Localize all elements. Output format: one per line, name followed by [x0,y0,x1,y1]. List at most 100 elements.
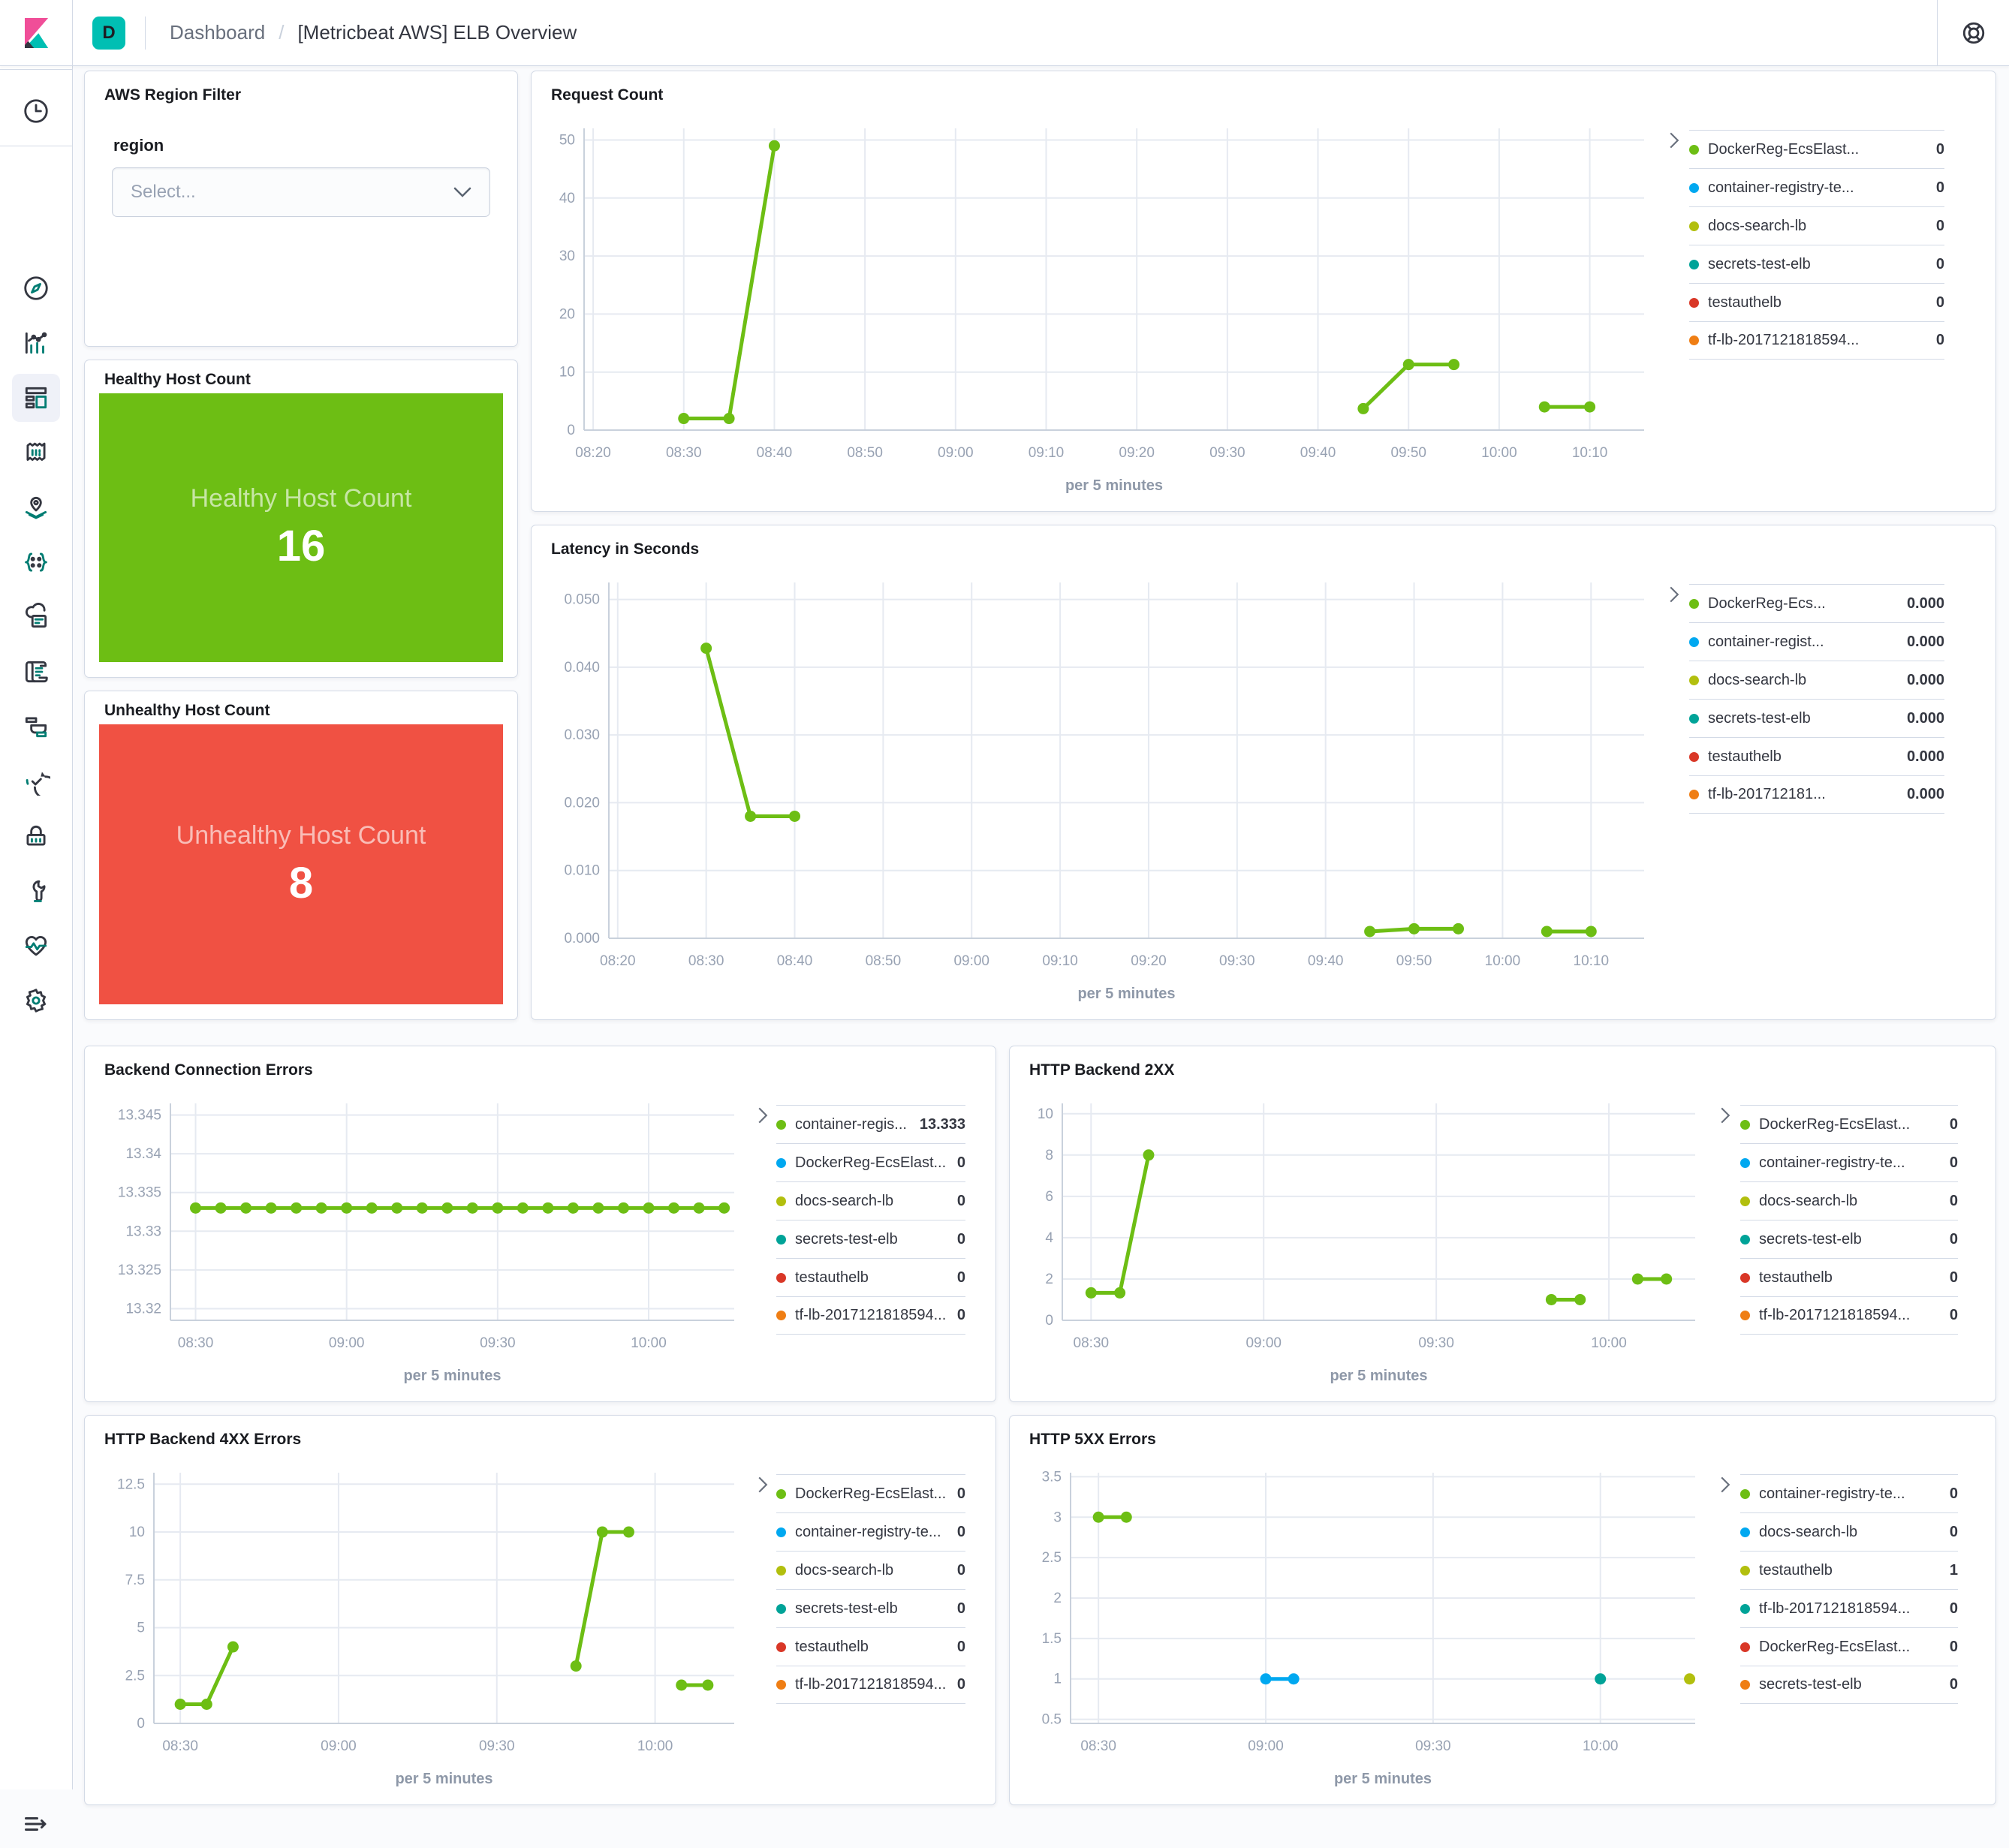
sidebar-item-dev-tools[interactable] [12,867,60,915]
sidebar-item-discover[interactable] [12,264,60,312]
legend-item[interactable]: secrets-test-elb0 [776,1220,965,1258]
legend-item[interactable]: container-registry-te...0 [1740,1143,1958,1181]
panel-title: Latency in Seconds [551,540,699,558]
legend-item[interactable]: secrets-test-elb0.000 [1689,699,1944,737]
sidebar-item-apm[interactable] [12,703,60,751]
legend-item[interactable]: testauthelb0 [1689,283,1944,321]
legend-item[interactable]: DockerReg-EcsElast...0 [1740,1627,1958,1666]
legend-color-dot [1689,637,1699,647]
legend-item[interactable]: DockerReg-EcsElast...0 [776,1143,965,1181]
legend-item[interactable]: container-regis...13.333 [776,1105,965,1143]
legend-label: secrets-test-elb [1708,256,1929,273]
legend-expand-button[interactable] [749,1476,776,1494]
sidebar-item-uptime[interactable] [12,757,60,805]
legend-expand-button[interactable] [1659,585,1689,603]
kibana-logo[interactable] [0,0,73,65]
legend-color-dot [1740,1489,1750,1499]
legend-label: testauthelb [795,1639,950,1656]
panel-title: Request Count [551,86,663,104]
legend-expand-button[interactable] [1710,1106,1740,1124]
legend-item[interactable]: testauthelb0 [1740,1258,1958,1296]
svg-text:10:00: 10:00 [1481,445,1517,461]
legend-item[interactable]: secrets-test-elb0 [1689,245,1944,283]
left-nav-sidebar [0,66,73,1789]
legend-item[interactable]: container-regist...0.000 [1689,622,1944,661]
legend-item[interactable]: container-registry-te...0 [776,1512,965,1551]
legend-label: docs-search-lb [795,1193,950,1210]
sidebar-item-management[interactable] [12,977,60,1025]
legend-value: 0 [1936,294,1944,312]
legend-item[interactable]: tf-lb-2017121818594...0 [776,1666,965,1704]
legend-color-dot [1740,1680,1750,1690]
legend-expand-button[interactable] [1710,1476,1740,1494]
legend-item[interactable]: DockerReg-EcsElast...0 [1689,130,1944,168]
sidebar-item-recently-viewed[interactable] [12,87,60,135]
backend-connection-errors-chart[interactable]: 13.3213.32513.3313.33513.3413.34508:3009… [103,1094,749,1389]
legend-item[interactable]: DockerReg-Ecs...0.000 [1689,584,1944,622]
sidebar-item-visualize[interactable] [12,319,60,367]
legend-color-dot [1740,1527,1750,1537]
svg-text:09:00: 09:00 [1248,1738,1284,1754]
legend-value: 0 [1950,1485,1958,1503]
svg-text:2: 2 [1045,1272,1053,1287]
legend-item[interactable]: testauthelb0 [776,1627,965,1666]
sidebar-item-infrastructure[interactable] [12,593,60,641]
legend-value: 0 [957,1154,965,1172]
sidebar-item-canvas[interactable] [12,429,60,477]
legend-item[interactable]: testauthelb0 [776,1258,965,1296]
legend-item[interactable]: docs-search-lb0 [1740,1512,1958,1551]
sidebar-item-stack-monitoring[interactable] [12,922,60,970]
legend-label: docs-search-lb [795,1562,950,1579]
legend-item[interactable]: DockerReg-EcsElast...0 [776,1474,965,1512]
legend-color-dot [1689,221,1699,231]
sidebar-item-maps[interactable] [12,483,60,531]
request-count-chart[interactable]: 0102030405008:2008:3008:4008:5009:0009:1… [550,119,1659,499]
legend-item[interactable]: docs-search-lb0 [1689,206,1944,245]
legend-item[interactable]: container-registry-te...0 [1740,1474,1958,1512]
breadcrumb-dashboard-link[interactable]: Dashboard [170,21,265,44]
legend-label: container-registry-te... [1708,179,1929,197]
legend-item[interactable]: secrets-test-elb0 [1740,1666,1958,1704]
http-backend-2xx-chart[interactable]: 024681008:3009:0009:3010:00per 5 minutes [1028,1094,1710,1389]
legend-expand-button[interactable] [1659,131,1689,149]
svg-text:0.030: 0.030 [564,727,600,743]
http-5xx-errors-chart[interactable]: 0.511.522.533.508:3009:0009:3010:00per 5… [1028,1464,1710,1792]
legend-item[interactable]: container-registry-te...0 [1689,168,1944,206]
sidebar-item-logs[interactable] [12,648,60,696]
legend-item[interactable]: docs-search-lb0.000 [1689,661,1944,699]
legend-item[interactable]: testauthelb0.000 [1689,737,1944,775]
legend-item[interactable]: tf-lb-2017121818594...0 [1740,1296,1958,1335]
legend-item[interactable]: secrets-test-elb0 [776,1589,965,1627]
legend-item[interactable]: tf-lb-2017121818594...0 [776,1296,965,1335]
region-select[interactable]: Select... [112,167,490,217]
http-backend-4xx-errors-chart[interactable]: 02.557.51012.508:3009:0009:3010:00per 5 … [103,1464,749,1792]
collapse-sidebar-button[interactable] [12,1800,60,1848]
svg-text:13.33: 13.33 [125,1223,161,1239]
top-navbar: D Dashboard / [Metricbeat AWS] ELB Overv… [0,0,2009,66]
legend-label: DockerReg-EcsElast... [795,1485,950,1503]
legend-item[interactable]: tf-lb-2017121818594...0 [1689,321,1944,360]
menu-expand-arrow-icon [23,1810,50,1837]
legend-value: 0 [957,1193,965,1210]
help-button[interactable] [1937,0,2009,65]
legend-value: 0 [957,1600,965,1618]
legend-item[interactable]: DockerReg-EcsElast...0 [1740,1105,1958,1143]
legend-item[interactable]: docs-search-lb0 [1740,1181,1958,1220]
svg-text:09:50: 09:50 [1396,953,1432,969]
legend-item[interactable]: docs-search-lb0 [776,1551,965,1589]
legend-item[interactable]: tf-lb-201712181...0.000 [1689,775,1944,814]
sidebar-item-machine-learning[interactable] [12,538,60,586]
legend-item[interactable]: tf-lb-2017121818594...0 [1740,1589,1958,1627]
legend-color-dot [1740,1311,1750,1320]
sidebar-item-siem[interactable] [12,812,60,860]
legend-item[interactable]: secrets-test-elb0 [1740,1220,1958,1258]
sidebar-item-dashboard[interactable] [12,374,60,422]
panel-http-backend-2xx: HTTP Backend 2XX 024681008:3009:0009:301… [1009,1046,1996,1402]
legend-expand-button[interactable] [749,1106,776,1124]
svg-text:0: 0 [567,423,575,438]
legend-item[interactable]: docs-search-lb 0 [776,1181,965,1220]
legend-item[interactable]: testauthelb1 [1740,1551,1958,1589]
latency-chart[interactable]: 0.0000.0100.0200.0300.0400.05008:2008:30… [550,573,1659,1007]
dashboard-app-badge[interactable]: D [92,17,125,50]
panel-title: HTTP Backend 2XX [1029,1061,1174,1079]
